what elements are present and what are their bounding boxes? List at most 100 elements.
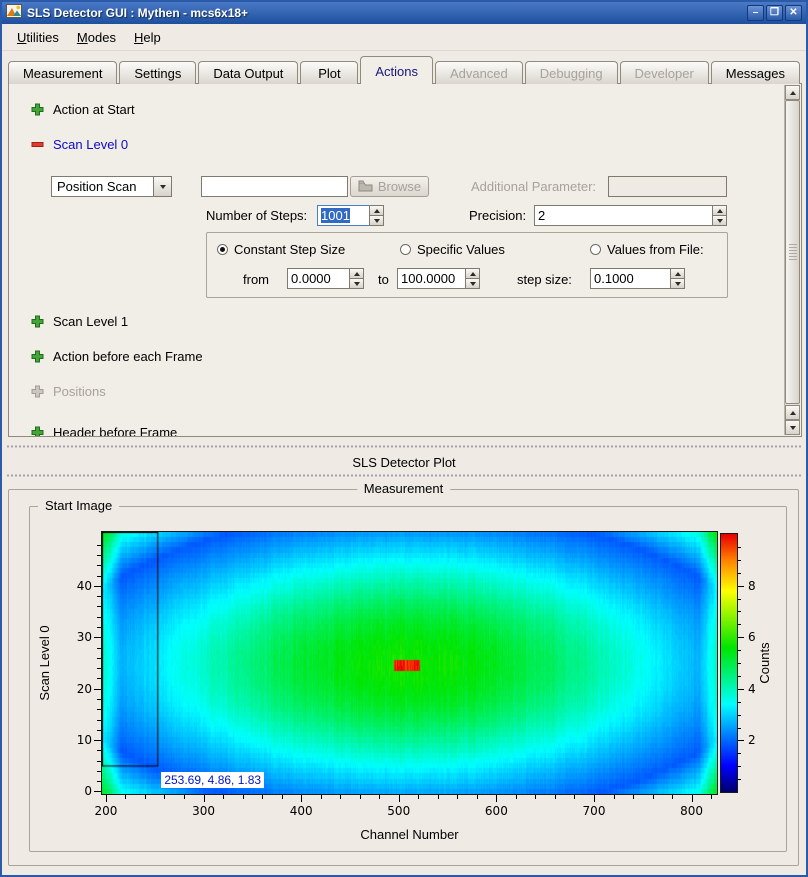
- radio-specific-label: Specific Values: [417, 242, 505, 257]
- spin-down-button[interactable]: [465, 278, 480, 289]
- heatmap-canvas[interactable]: [102, 532, 717, 794]
- tick-label: 8: [748, 579, 772, 593]
- tick-label: 500: [379, 804, 419, 818]
- tick-label: 6: [748, 630, 772, 644]
- spin-up-button[interactable]: [369, 205, 384, 215]
- spin-up-button[interactable]: [349, 268, 364, 278]
- radio-indicator: [590, 244, 601, 255]
- tab-data-output[interactable]: Data Output: [198, 61, 298, 84]
- scan-level-0-row[interactable]: Scan Level 0: [31, 137, 128, 152]
- scroll-down-button[interactable]: [785, 420, 800, 435]
- scan-level-0-label: Scan Level 0: [53, 137, 128, 152]
- splitter-handle[interactable]: [6, 445, 802, 448]
- tick-mark: [738, 715, 741, 716]
- combo-dropdown-button[interactable]: [153, 177, 171, 196]
- folder-open-icon: [358, 179, 373, 195]
- header-before-frame-label: Header before Frame: [53, 425, 177, 437]
- to-spinbox[interactable]: 100.0000: [397, 268, 480, 289]
- step-size-spinbox[interactable]: 0.1000: [590, 268, 685, 289]
- number-of-steps-spinbox[interactable]: 1001: [317, 205, 384, 226]
- tick-mark: [282, 795, 283, 799]
- tick-mark: [97, 771, 101, 772]
- action-before-frame-row[interactable]: Action before each Frame: [31, 349, 203, 364]
- spin-buttons: [349, 268, 364, 289]
- action-at-start-row[interactable]: Action at Start: [31, 102, 135, 117]
- precision-spinbox[interactable]: 2: [534, 205, 727, 226]
- tick-mark: [97, 576, 101, 577]
- menu-utilities[interactable]: Utilities: [8, 26, 68, 49]
- number-of-steps-label: Number of Steps:: [206, 208, 307, 223]
- window-controls: – ❐ ✕: [747, 5, 802, 21]
- spin-up-button[interactable]: [670, 268, 685, 278]
- precision-value[interactable]: 2: [534, 205, 712, 226]
- tick-mark: [738, 586, 744, 587]
- tick-mark: [97, 606, 101, 607]
- menu-help[interactable]: Help: [125, 26, 170, 49]
- actions-panel: Action at Start Scan Level 0 Position Sc…: [8, 83, 802, 437]
- tab-settings[interactable]: Settings: [119, 61, 196, 84]
- step-size-value[interactable]: 0.1000: [590, 268, 670, 289]
- tick-mark: [223, 795, 224, 799]
- tick-mark: [738, 728, 741, 729]
- collapse-minus-icon[interactable]: [31, 138, 44, 151]
- scan-script-input[interactable]: [201, 176, 348, 197]
- spin-down-button[interactable]: [369, 215, 384, 226]
- spin-down-button[interactable]: [670, 278, 685, 289]
- tick-mark: [94, 740, 101, 741]
- spin-down-button[interactable]: [712, 215, 727, 226]
- expand-plus-icon[interactable]: [31, 315, 44, 328]
- tick-mark: [97, 596, 101, 597]
- scan-mode-combobox[interactable]: Position Scan: [51, 176, 172, 197]
- expand-plus-icon-disabled: [31, 385, 44, 398]
- scan-level-1-row[interactable]: Scan Level 1: [31, 314, 128, 329]
- maximize-button[interactable]: ❐: [766, 5, 783, 21]
- close-button[interactable]: ✕: [785, 5, 802, 21]
- spin-up-button[interactable]: [712, 205, 727, 215]
- from-value[interactable]: 0.0000: [287, 268, 349, 289]
- tick-mark: [97, 720, 101, 721]
- start-image-groupbox: Start Image Scan Level 0 Channel Number …: [29, 506, 787, 852]
- scan-mode-value: Position Scan: [52, 177, 153, 196]
- tab-plot[interactable]: Plot: [300, 61, 358, 84]
- tick-mark: [574, 795, 575, 799]
- spin-down-button[interactable]: [349, 278, 364, 289]
- splitter-handle[interactable]: [6, 474, 802, 477]
- tick-mark: [738, 650, 741, 651]
- from-spinbox[interactable]: 0.0000: [287, 268, 364, 289]
- tab-measurement[interactable]: Measurement: [8, 61, 117, 84]
- chevron-down-icon: [160, 185, 166, 189]
- x-axis-label: Channel Number: [102, 827, 717, 842]
- tick-mark: [738, 702, 741, 703]
- tick-mark: [321, 795, 322, 799]
- menu-modes[interactable]: Modes: [68, 26, 125, 49]
- tick-mark: [496, 795, 497, 802]
- to-value[interactable]: 100.0000: [397, 268, 465, 289]
- scrollbar-thumb[interactable]: [785, 100, 800, 404]
- tab-actions[interactable]: Actions: [360, 56, 433, 84]
- scroll-up-button-bottom[interactable]: [785, 405, 800, 420]
- tab-messages[interactable]: Messages: [711, 61, 800, 84]
- additional-parameter-label: Additional Parameter:: [471, 179, 596, 194]
- number-of-steps-value[interactable]: 1001: [317, 205, 369, 226]
- radio-specific-values[interactable]: Specific Values: [400, 242, 505, 257]
- title-bar[interactable]: SLS Detector GUI : Mythen - mcs6x18+ – ❐…: [2, 2, 806, 24]
- step-definition-group: Constant Step Size Specific Values Value…: [206, 232, 728, 298]
- measurement-title: Measurement: [357, 481, 450, 496]
- tick-mark: [125, 795, 126, 799]
- tick-mark: [94, 637, 101, 638]
- tick-mark: [614, 795, 615, 799]
- radio-constant-step-size[interactable]: Constant Step Size: [217, 242, 345, 257]
- radio-constant-label: Constant Step Size: [234, 242, 345, 257]
- scroll-up-button[interactable]: [785, 85, 800, 100]
- header-before-frame-row[interactable]: Header before Frame: [31, 425, 177, 437]
- minimize-button[interactable]: –: [747, 5, 764, 21]
- expand-plus-icon[interactable]: [31, 103, 44, 116]
- tick-mark: [97, 781, 101, 782]
- spin-up-button[interactable]: [465, 268, 480, 278]
- vertical-scrollbar[interactable]: [784, 85, 800, 435]
- tick-mark: [438, 795, 439, 799]
- expand-plus-icon[interactable]: [31, 426, 44, 437]
- expand-plus-icon[interactable]: [31, 350, 44, 363]
- app-icon[interactable]: [6, 3, 22, 24]
- radio-values-from-file[interactable]: Values from File:: [590, 242, 704, 257]
